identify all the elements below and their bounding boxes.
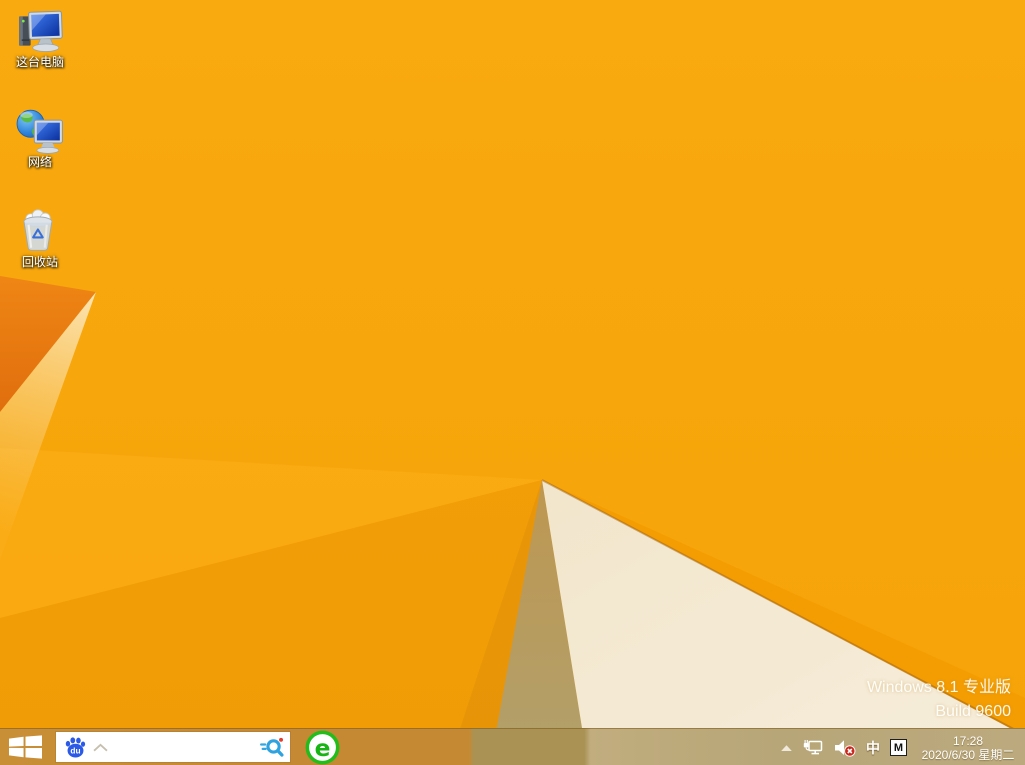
watermark-build: Build 9600 (867, 700, 1011, 724)
volume-muted-icon[interactable] (834, 739, 856, 757)
desktop-icon-label: 这台电脑 (16, 55, 64, 70)
show-hidden-icons-caret[interactable] (780, 744, 793, 752)
clock-date: 2020/6/30 星期二 (917, 748, 1019, 762)
network-icon (16, 105, 64, 155)
windows-logo-icon (9, 735, 42, 759)
windows-build-watermark: Windows 8.1 专业版 Build 9600 (867, 676, 1011, 724)
search-input[interactable] (108, 732, 260, 762)
green-e-browser-icon: e (305, 730, 340, 765)
recycle-bin-icon (16, 205, 64, 255)
desktop-icon-label: 网络 (28, 155, 52, 170)
svg-text:e: e (314, 734, 330, 762)
taskbar-clock[interactable]: 17:28 2020/6/30 星期二 (917, 734, 1019, 762)
chevron-up-icon[interactable] (93, 743, 108, 752)
baidu-search-bar[interactable]: du (56, 732, 290, 762)
desktop-icon-network[interactable]: 网络 (3, 105, 77, 192)
green-e-browser-button[interactable]: e (303, 730, 341, 765)
system-tray: 中 M 17:28 2020/6/30 星期二 (780, 729, 1019, 765)
baidu-paw-icon: du (64, 736, 87, 759)
this-pc-icon (16, 5, 64, 55)
windows-desktop[interactable]: 这台电脑 (0, 0, 1025, 765)
network-status-icon[interactable] (803, 739, 824, 756)
ime-mode-badge[interactable]: M (890, 739, 907, 756)
svg-text:du: du (70, 745, 80, 755)
desktop-icon-recycle-bin[interactable]: 回收站 (3, 205, 77, 292)
desktop-icon-grid: 这台电脑 (3, 5, 77, 292)
ime-language-indicator[interactable]: 中 (866, 738, 880, 758)
desktop-icon-this-pc[interactable]: 这台电脑 (3, 5, 77, 92)
watermark-edition: Windows 8.1 专业版 (867, 676, 1011, 700)
baidu-search-icon[interactable] (260, 736, 285, 759)
desktop-icon-label: 回收站 (22, 255, 58, 270)
clock-time: 17:28 (917, 734, 1019, 748)
desktop-wallpaper[interactable] (0, 0, 1025, 765)
start-button[interactable] (5, 729, 45, 765)
taskbar: du e (0, 728, 1025, 765)
